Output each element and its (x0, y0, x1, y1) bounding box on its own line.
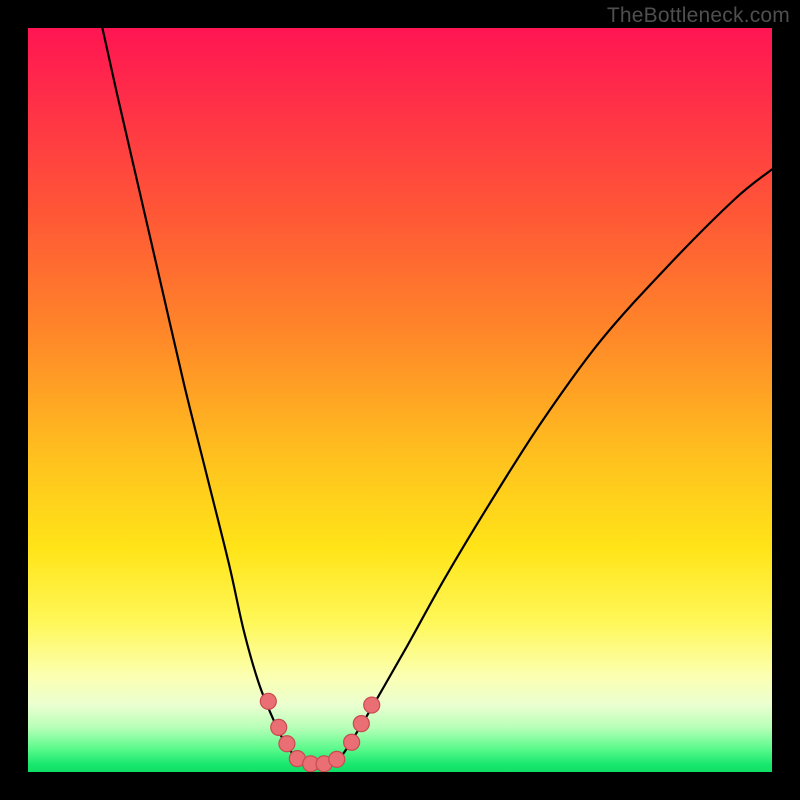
data-marker (271, 719, 287, 735)
data-marker (344, 734, 360, 750)
plot-area (28, 28, 772, 772)
data-marker (260, 693, 276, 709)
watermark-text: TheBottleneck.com (607, 4, 790, 28)
chart-frame: TheBottleneck.com (0, 0, 800, 800)
data-marker (279, 736, 295, 752)
data-marker (353, 716, 369, 732)
bottleneck-curve (102, 28, 772, 765)
marker-layer (260, 693, 379, 771)
curve-layer (102, 28, 772, 765)
data-marker (329, 751, 345, 767)
data-marker (364, 697, 380, 713)
chart-svg (28, 28, 772, 772)
